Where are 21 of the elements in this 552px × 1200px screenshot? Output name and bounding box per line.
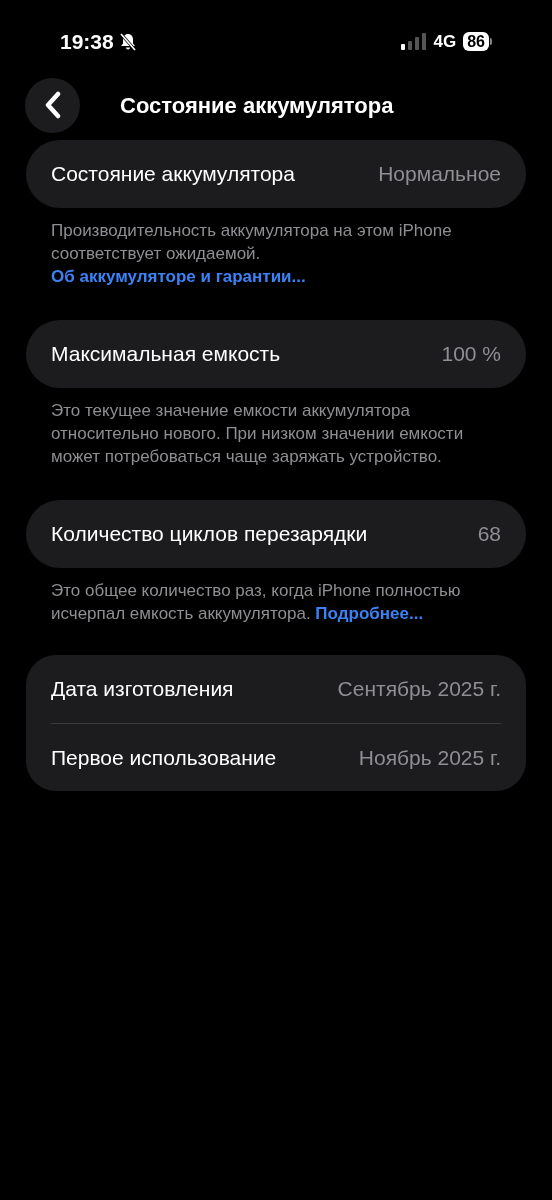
footer-note: Это общее количество раз, когда iPhone полностью исчерпал емкость аккумулятора. Подробнее... <box>50 580 462 625</box>
row-label: Максимальная емкость <box>51 341 281 368</box>
status-time: 19:38 <box>60 28 114 55</box>
signal-icon <box>400 32 427 51</box>
footer-note: Это текущее значение емкости аккумулятора относительно нового. При низком значении емкости может потребоваться чаще заряжать устройство. <box>50 400 465 468</box>
row-value: Ноябрь 2025 г. <box>358 744 501 771</box>
row-value: Сентябрь 2025 г. <box>337 676 501 703</box>
footer-link[interactable]: Об аккумуляторе и гарантии... <box>51 267 306 286</box>
footer-note: Производительность аккумулятора на этом iPhone соответствует ожидаемой. Об аккумуляторе и гарантии... <box>50 220 453 288</box>
row-value: 100 % <box>441 341 501 368</box>
battery-icon: 86 <box>463 32 492 51</box>
row-value: Нормальное <box>378 161 501 188</box>
row-value: 68 <box>477 521 501 548</box>
screen-title: Состояние аккумулятора <box>120 91 394 120</box>
row-label: Состояние аккумулятора <box>51 161 295 188</box>
bell-slash-icon <box>117 31 138 52</box>
row-label: Первое использование <box>51 744 277 771</box>
row-label: Количество циклов перезарядки <box>51 521 368 548</box>
row-label: Дата изготовления <box>51 676 234 703</box>
network-type: 4G <box>433 30 457 53</box>
footer-link[interactable]: Подробнее... <box>315 604 424 623</box>
